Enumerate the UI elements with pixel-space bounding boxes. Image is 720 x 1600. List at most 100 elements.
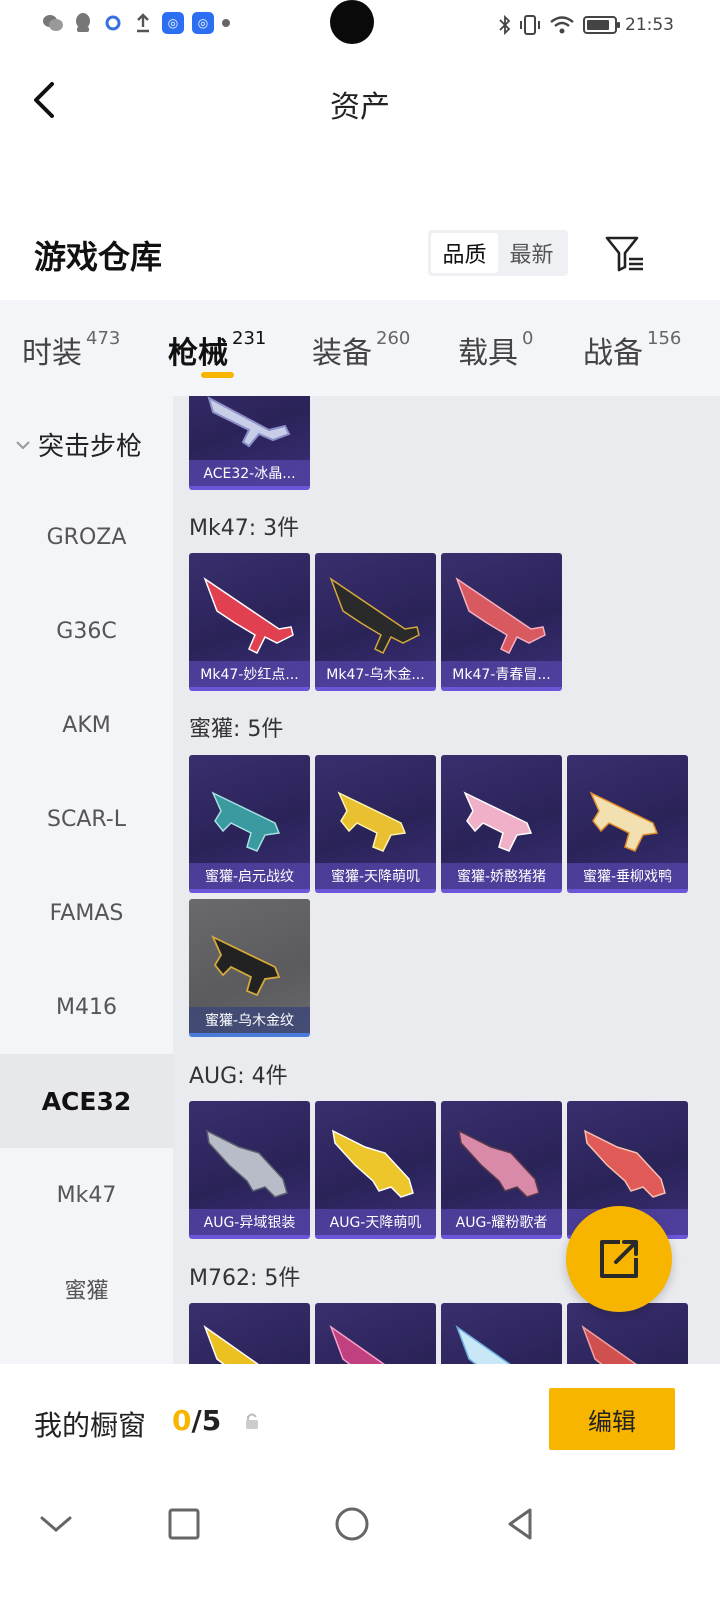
group-label: M762: 5件 [189, 1266, 301, 1291]
nav-recent-icon[interactable] [164, 1504, 204, 1544]
item-card[interactable]: ACE32-冰晶... [189, 396, 310, 490]
item-name: 蜜獾-乌木金纹 [189, 1007, 310, 1033]
rail-item-akm[interactable]: AKM [0, 678, 173, 772]
rifle-skin-icon [329, 577, 420, 655]
app-q-icon [102, 12, 124, 34]
item-name: AUG-天降萌叽 [315, 1209, 436, 1235]
item-name: 蜜獾-天降萌叽 [315, 863, 436, 889]
item-card[interactable]: 蜜獾-天降萌叽 [315, 755, 436, 893]
more-dot-icon [222, 19, 230, 27]
item-card[interactable]: Mk47-乌木金... [315, 553, 436, 691]
item-card[interactable] [567, 1303, 688, 1364]
edit-button[interactable]: 编辑 [549, 1388, 675, 1450]
tab-firearms[interactable]: 枪械 231 [168, 328, 266, 372]
item-card[interactable]: 蜜獾-垂柳戏鸭 [567, 755, 688, 893]
rifle-skin-icon [458, 1129, 540, 1198]
rail-item-ace32[interactable]: ACE32 [0, 1054, 173, 1148]
item-name: Mk47-青春冒... [441, 661, 562, 687]
item-name: ACE32-冰晶... [189, 460, 310, 486]
rifle-skin-icon [206, 1129, 288, 1198]
item-card[interactable]: AUG-异域银装 [189, 1101, 310, 1239]
tab-label: 时装 [22, 336, 82, 371]
weapon-type-rail: 突击步枪 GROZA G36C AKM SCAR-L FAMAS M416 AC… [0, 396, 173, 1364]
rail-item-mk47[interactable]: Mk47 [0, 1148, 173, 1242]
vibrate-icon [520, 15, 540, 35]
wechat-icon [42, 12, 64, 34]
upload-icon [132, 12, 154, 34]
rail-item-m416[interactable]: M416 [0, 960, 173, 1054]
tab-count: 260 [376, 328, 411, 349]
rifle-skin-icon [332, 1129, 414, 1198]
item-name: AUG-异域银装 [189, 1209, 310, 1235]
tab-fashion[interactable]: 时装 473 [22, 328, 120, 372]
item-name: 蜜獾-启元战纹 [189, 863, 310, 889]
notification-icons: ◎ ◎ [42, 12, 230, 34]
showcase-current: 0 [172, 1404, 192, 1437]
rail-item-honey-badger[interactable]: 蜜獾 [0, 1242, 173, 1336]
tab-count: 231 [232, 328, 267, 349]
tab-count: 156 [647, 328, 682, 349]
battery-icon [583, 16, 620, 34]
smg-skin-icon [589, 791, 659, 852]
item-card[interactable]: 蜜獾-乌木金纹 [189, 899, 310, 1037]
showcase-count: 0/5 [172, 1404, 221, 1437]
tab-label: 载具 [458, 336, 518, 371]
rail-section-label: 突击步枪 [38, 432, 143, 462]
item-name: 蜜獾-娇憨猪猪 [441, 863, 562, 889]
item-card[interactable]: 蜜獾-启元战纹 [189, 755, 310, 893]
item-card[interactable] [315, 1303, 436, 1364]
nav-down-icon[interactable] [36, 1504, 76, 1544]
active-tab-indicator [201, 372, 234, 378]
tab-vehicles[interactable]: 载具 0 [458, 328, 533, 372]
share-export-icon [600, 1240, 638, 1278]
smg-skin-icon [337, 791, 407, 852]
status-bar: ◎ ◎ 21:53 [0, 0, 720, 52]
showcase-total: /5 [191, 1404, 222, 1437]
system-status: 21:53 [499, 14, 674, 36]
item-card[interactable]: 蜜獾-娇憨猪猪 [441, 755, 562, 893]
item-card[interactable]: Mk47-妙红点... [189, 553, 310, 691]
group-label: AUG: 4件 [189, 1064, 288, 1089]
sort-toggle: 品质 最新 [428, 230, 568, 276]
item-name: 蜜獾-垂柳戏鸭 [567, 863, 688, 889]
tab-count: 473 [86, 328, 121, 349]
sort-quality-option[interactable]: 品质 [431, 233, 498, 273]
item-card[interactable]: AUG-天降萌叽 [315, 1101, 436, 1239]
smg-skin-icon [463, 791, 533, 852]
tab-label: 装备 [312, 336, 372, 371]
item-card[interactable]: Mk47-青春冒... [441, 553, 562, 691]
nav-home-icon[interactable] [332, 1504, 372, 1544]
rifle-skin-icon [203, 1324, 259, 1364]
rail-item-famas[interactable]: FAMAS [0, 866, 173, 960]
tab-label: 枪械 [168, 336, 228, 371]
item-card[interactable] [189, 1303, 310, 1364]
tab-equipment[interactable]: 装备 260 [312, 328, 410, 372]
item-card[interactable]: AUG-耀粉歌者 [441, 1101, 562, 1239]
rifle-skin-icon [207, 396, 291, 448]
filter-icon[interactable] [604, 234, 646, 274]
warehouse-title: 游戏仓库 [34, 238, 163, 276]
rail-item-g36c[interactable]: G36C [0, 584, 173, 678]
nav-back-icon[interactable] [500, 1504, 540, 1544]
rifle-skin-icon [584, 1129, 666, 1198]
smg-skin-icon [211, 791, 281, 852]
group-label: Mk47: 3件 [189, 516, 300, 541]
tab-supplies[interactable]: 战备 156 [583, 328, 681, 372]
page-title: 资产 [330, 90, 390, 125]
rail-item-scar-l[interactable]: SCAR-L [0, 772, 173, 866]
sort-newest-option[interactable]: 最新 [498, 233, 565, 273]
item-name: Mk47-妙红点... [189, 661, 310, 687]
share-fab-button[interactable] [566, 1206, 672, 1312]
tab-label: 战备 [583, 336, 643, 371]
group-label: 蜜獾: 5件 [189, 717, 284, 742]
item-name: Mk47-乌木金... [315, 661, 436, 687]
app-blue-icon-2: ◎ [192, 12, 214, 34]
rifle-skin-icon [329, 1324, 385, 1364]
item-card[interactable] [441, 1303, 562, 1364]
smg-skin-icon [211, 935, 281, 997]
system-navbar [0, 1476, 720, 1600]
rail-section-header[interactable]: 突击步枪 [14, 426, 142, 463]
rail-item-groza[interactable]: GROZA [0, 490, 173, 584]
front-camera [330, 0, 374, 44]
qq-icon [72, 12, 94, 34]
